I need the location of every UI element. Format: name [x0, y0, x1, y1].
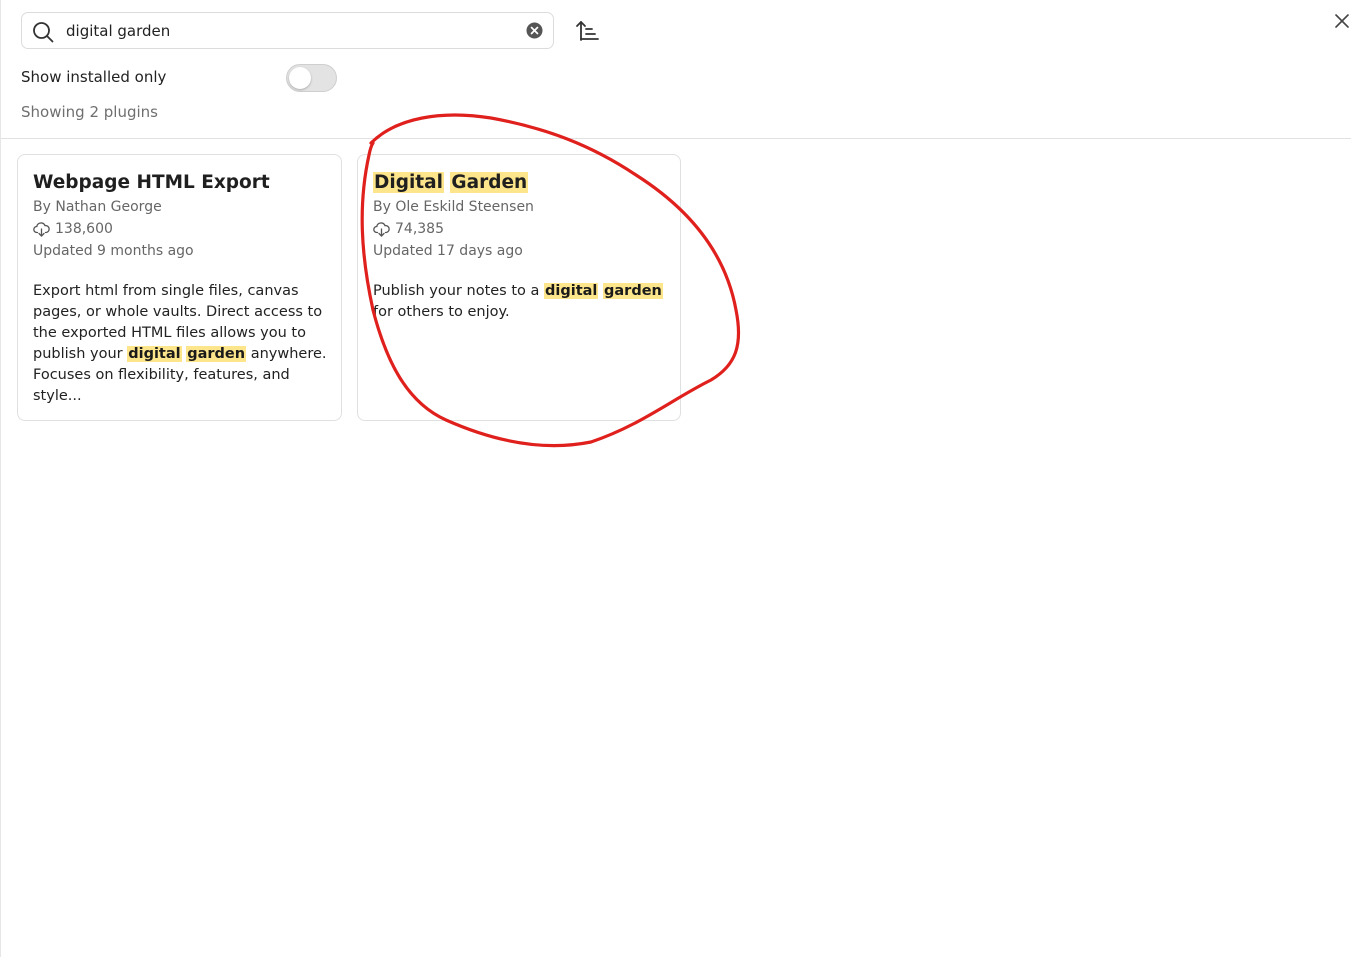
search-icon: [33, 22, 54, 43]
search-box[interactable]: [21, 12, 554, 49]
plugin-updated: Updated 9 months ago: [33, 243, 194, 259]
plugin-author: By Ole Eskild Steensen: [373, 199, 534, 215]
plugin-title: Webpage HTML Export: [33, 172, 270, 193]
divider: [1, 138, 1351, 139]
plugin-card-webpage-html-export[interactable]: Webpage HTML Export By Nathan George 138…: [17, 154, 342, 421]
sort-ascending-icon[interactable]: [574, 18, 602, 44]
installed-only-toggle[interactable]: [286, 64, 337, 92]
clear-circle-icon[interactable]: [525, 21, 544, 40]
download-count: 138,600: [55, 221, 113, 237]
highlight-term: Garden: [450, 172, 529, 193]
highlight-term: digital: [544, 283, 599, 299]
close-icon[interactable]: [1331, 10, 1351, 32]
description-text: Publish your notes to a: [373, 283, 540, 299]
result-count: Showing 2 plugins: [21, 103, 158, 121]
cloud-download-icon: [33, 221, 50, 237]
highlight-term: garden: [186, 346, 247, 362]
installed-toggle-label: Show installed only: [21, 68, 167, 86]
download-count: 74,385: [395, 221, 444, 237]
plugin-downloads: 74,385: [373, 221, 444, 237]
description-text: for others to enjoy.: [373, 304, 510, 320]
highlight-term: digital: [127, 346, 182, 362]
highlight-term: Digital: [373, 172, 444, 193]
red-annotation-circle: [360, 113, 741, 448]
plugin-browser: Show installed only Showing 2 plugins We…: [0, 0, 1351, 957]
plugin-title: Digital Garden: [373, 172, 529, 193]
toggle-knob: [289, 67, 311, 89]
plugin-updated: Updated 17 days ago: [373, 243, 523, 259]
plugin-author: By Nathan George: [33, 199, 162, 215]
plugin-description: Publish your notes to a digital garden f…: [373, 281, 669, 323]
cloud-download-icon: [373, 221, 390, 237]
search-input[interactable]: [66, 13, 506, 48]
plugin-card-digital-garden[interactable]: Digital Garden By Ole Eskild Steensen 74…: [357, 154, 681, 421]
plugin-downloads: 138,600: [33, 221, 113, 237]
highlight-term: garden: [603, 283, 663, 299]
plugin-description: Export html from single files, canvas pa…: [33, 281, 329, 407]
